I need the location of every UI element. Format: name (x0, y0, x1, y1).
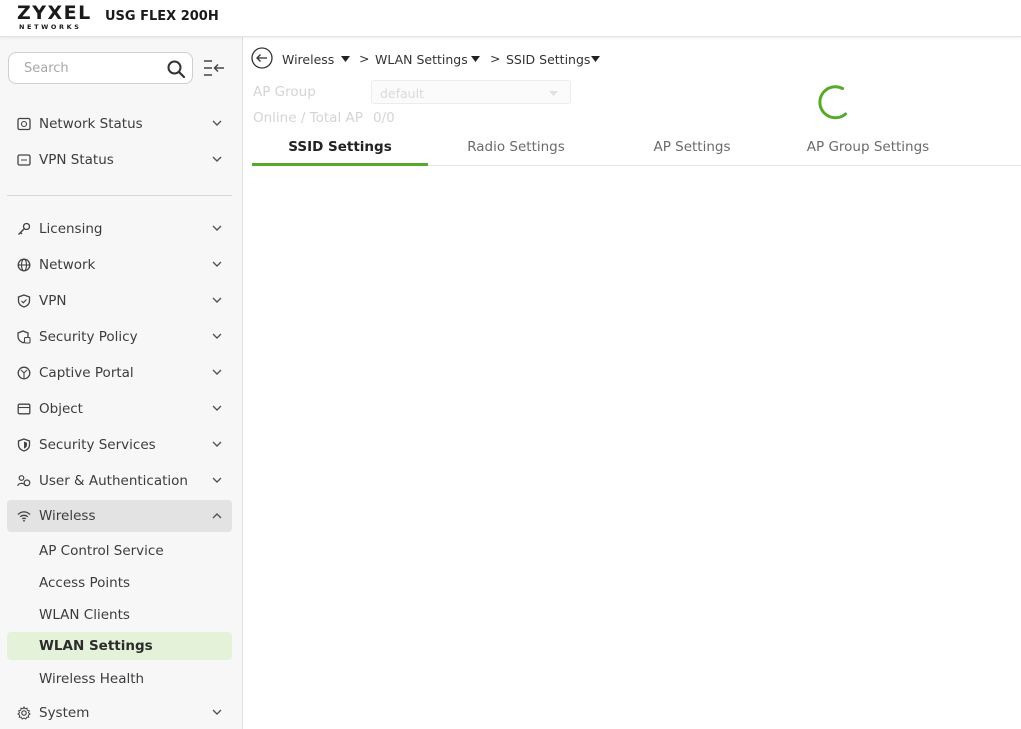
tab-ap-group-settings[interactable]: AP Group Settings (780, 130, 956, 166)
sidebar-item-licensing[interactable]: Licensing (7, 213, 232, 245)
users-icon (17, 475, 31, 487)
sidebar-item-security-policy[interactable]: Security Policy (7, 321, 232, 353)
security-policy-icon (17, 330, 31, 344)
object-icon (17, 403, 31, 415)
search-input[interactable]: Search (24, 61, 69, 76)
chevron-down-icon (212, 297, 222, 303)
sidebar-item-label: Network (39, 257, 96, 273)
breadcrumb-wireless[interactable]: Wireless (282, 52, 334, 67)
breadcrumb-ssid-settings[interactable]: SSID Settings (506, 52, 590, 67)
tab-label: Radio Settings (467, 139, 565, 155)
breadcrumb-wlan-settings[interactable]: WLAN Settings (375, 52, 468, 67)
breadcrumb-separator: > (359, 51, 370, 66)
sidebar-item-label: Licensing (39, 221, 103, 237)
caret-down-icon[interactable] (471, 56, 480, 62)
caret-down-icon[interactable] (341, 56, 350, 62)
tab-label: AP Group Settings (806, 139, 930, 155)
sidebar-item-security-services[interactable]: Security Services (7, 429, 232, 461)
sidebar-item-vpn-status[interactable]: VPN Status (7, 144, 232, 176)
network-status-icon (17, 117, 31, 131)
sidebar-item-label: User & Authentication (39, 473, 188, 489)
sidebar-item-label: VPN Status (39, 152, 114, 168)
sidebar-subitem-wireless-health[interactable]: Wireless Health (7, 665, 232, 693)
tab-ap-settings[interactable]: AP Settings (604, 130, 780, 166)
sidebar-item-label: VPN (39, 293, 67, 309)
chevron-down-icon (212, 225, 222, 231)
sidebar-item-network[interactable]: Network (7, 249, 232, 281)
sidebar-subitem-label: WLAN Clients (39, 607, 130, 623)
chevron-down-icon (212, 405, 222, 411)
top-bar: ZYXEL NETWORKS USG FLEX 200H (0, 0, 1021, 37)
zyxel-logo[interactable]: ZYXEL NETWORKS (17, 2, 93, 32)
caret-down-icon (549, 91, 558, 96)
ap-group-select[interactable]: default (371, 80, 571, 104)
back-arrow-icon[interactable] (251, 47, 273, 69)
sidebar-item-vpn[interactable]: VPN (7, 285, 232, 317)
sidebar-item-label: Captive Portal (39, 365, 134, 381)
chevron-down-icon (212, 477, 222, 483)
wifi-icon (17, 511, 31, 522)
shield-check-icon (17, 294, 31, 308)
sidebar: Search Network Status VPN Status Licensi… (0, 37, 243, 729)
sidebar-item-label: Object (39, 401, 83, 417)
vpn-status-icon (17, 154, 31, 166)
tab-radio-settings[interactable]: Radio Settings (428, 130, 604, 166)
tab-bar: SSID Settings Radio Settings AP Settings… (252, 130, 1021, 166)
device-model: USG FLEX 200H (105, 9, 219, 24)
sidebar-subitem-label: WLAN Settings (39, 638, 153, 654)
ap-group-value: default (380, 86, 424, 101)
chevron-down-icon (212, 120, 222, 126)
sidebar-subitem-access-points[interactable]: Access Points (7, 569, 232, 597)
sidebar-item-label: Security Services (39, 437, 156, 453)
sidebar-subitem-wlan-clients[interactable]: WLAN Clients (7, 601, 232, 629)
chevron-down-icon (212, 156, 222, 162)
key-icon (18, 222, 31, 235)
ap-group-label: AP Group (253, 84, 316, 100)
tab-label: SSID Settings (288, 139, 392, 155)
chevron-down-icon (212, 333, 222, 339)
sidebar-item-label: Security Policy (39, 329, 138, 345)
sidebar-item-label: Wireless (39, 508, 96, 524)
gear-icon (17, 706, 31, 720)
captive-portal-icon (17, 366, 31, 380)
logo-brand: ZYXEL (17, 2, 92, 24)
search-icon[interactable] (166, 59, 186, 79)
logo-sub: NETWORKS (19, 23, 82, 31)
sidebar-item-user-authentication[interactable]: User & Authentication (7, 465, 232, 497)
chevron-down-icon (212, 441, 222, 447)
sidebar-item-system[interactable]: System (7, 697, 232, 729)
sidebar-subitem-wlan-settings[interactable]: WLAN Settings (7, 632, 232, 660)
sidebar-subitem-label: Wireless Health (39, 671, 145, 687)
sidebar-item-captive-portal[interactable]: Captive Portal (7, 357, 232, 389)
loading-spinner-icon (818, 85, 847, 120)
main-content: Wireless > WLAN Settings > SSID Settings… (243, 37, 1021, 729)
sidebar-subitem-label: AP Control Service (39, 543, 164, 559)
search-box[interactable]: Search (8, 52, 193, 84)
sidebar-item-network-status[interactable]: Network Status (7, 108, 232, 140)
sidebar-item-object[interactable]: Object (7, 393, 232, 425)
sidebar-subitem-label: Access Points (39, 575, 131, 591)
sidebar-item-label: Network Status (39, 116, 143, 132)
collapse-sidebar-icon[interactable] (203, 59, 225, 77)
online-total-value: 0/0 (373, 110, 395, 126)
chevron-up-icon (212, 513, 222, 519)
tab-label: AP Settings (653, 139, 731, 155)
breadcrumb-separator: > (490, 51, 501, 66)
globe-icon (17, 258, 31, 272)
sidebar-item-wireless[interactable]: Wireless (7, 500, 232, 532)
tab-ssid-settings[interactable]: SSID Settings (252, 130, 428, 166)
security-services-icon (17, 438, 31, 452)
caret-down-icon[interactable] (591, 56, 600, 62)
chevron-down-icon (212, 369, 222, 375)
chevron-down-icon (212, 709, 222, 715)
sidebar-divider (7, 195, 232, 196)
chevron-down-icon (212, 261, 222, 267)
sidebar-item-label: System (39, 705, 90, 721)
online-total-label: Online / Total AP (253, 110, 363, 126)
sidebar-subitem-ap-control-service[interactable]: AP Control Service (7, 537, 232, 565)
